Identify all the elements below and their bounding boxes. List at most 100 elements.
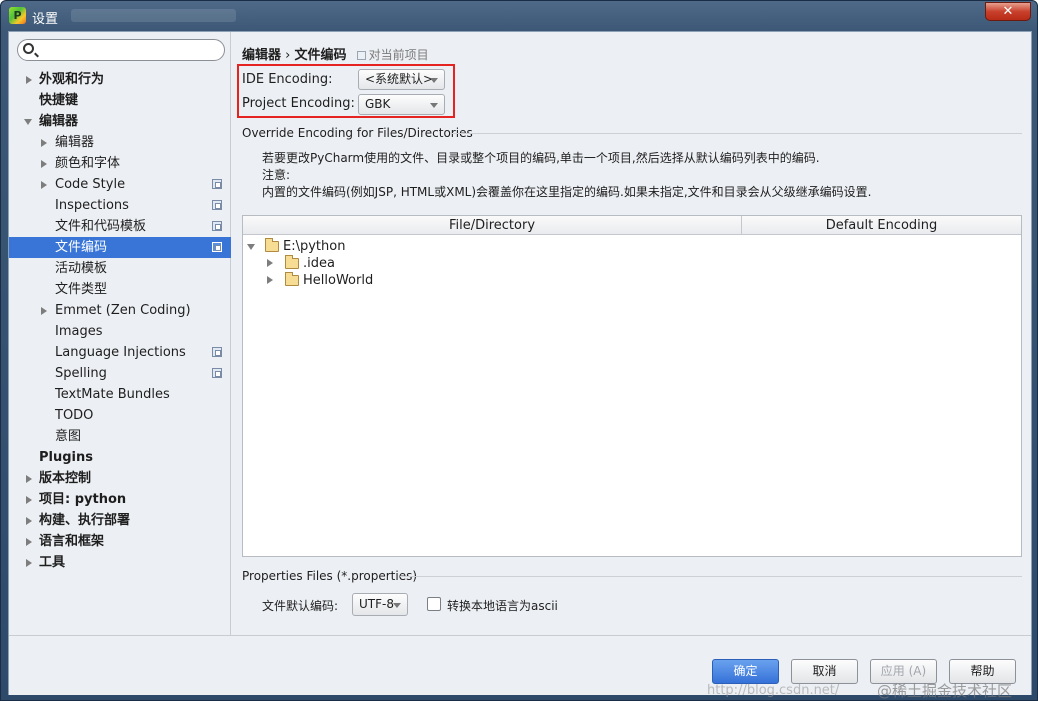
override-section-title: Override Encoding for Files/Directories [242,126,473,140]
expand-arrow-icon[interactable] [41,181,47,189]
row-name: E:\python [283,239,346,254]
expand-arrow-icon[interactable] [26,538,32,546]
cancel-button[interactable]: 取消 [791,659,858,684]
project-scope-icon [212,347,222,357]
dialog-client-area: 外观和行为 快捷键 编辑器 编辑器 颜色和字体 Code Style Inspe… [8,31,1033,700]
tree-item-label: Emmet (Zen Coding) [55,303,191,318]
tree-item-languages-frameworks[interactable]: 语言和框架 [9,531,231,552]
folder-icon [285,272,299,286]
chevron-down-icon [430,78,438,83]
breadcrumb-file-encodings: 文件编码 [294,48,347,63]
ide-encoding-value: <系统默认> [365,72,434,86]
title-blurred-text [71,9,236,22]
project-encoding-select[interactable]: GBK [358,94,445,115]
settings-window: P 设置 ✕ 外观和行为 快捷键 编辑器 编辑器 颜色和字体 Code Styl… [0,0,1038,701]
tree-item-label: Spelling [55,366,107,381]
tree-item-label: 工具 [39,555,66,570]
settings-sidebar: 外观和行为 快捷键 编辑器 编辑器 颜色和字体 Code Style Inspe… [9,32,231,635]
override-description: 若要更改PyCharm使用的文件、目录或整个项目的编码,单击一个项目,然后选择从… [262,151,820,165]
tree-item-language-injections[interactable]: Language Injections [9,342,231,363]
collapse-arrow-icon[interactable] [24,119,32,125]
properties-encoding-label: 文件默认编码: [262,599,339,613]
encoding-table[interactable]: File/Directory Default Encoding E:\pytho… [242,215,1022,557]
tree-item-file-encodings[interactable]: 文件编码 [9,237,231,258]
expand-arrow-icon[interactable] [267,276,273,284]
project-scope-note: 对当前项目 [356,48,429,62]
tree-item-images[interactable]: Images [9,321,231,342]
tree-item-version-control[interactable]: 版本控制 [9,468,231,489]
tree-item-intentions[interactable]: 意图 [9,426,231,447]
tree-item-code-style[interactable]: Code Style [9,174,231,195]
close-button[interactable]: ✕ [985,2,1031,21]
table-header: File/Directory Default Encoding [243,216,1021,235]
tree-item-tools[interactable]: 工具 [9,552,231,573]
tree-item-label: 文件和代码模板 [55,219,147,234]
tree-item-label: Inspections [55,198,129,213]
expand-arrow-icon[interactable] [41,160,47,168]
tree-item-appearance[interactable]: 外观和行为 [9,69,231,90]
tree-item-todo[interactable]: TODO [9,405,231,426]
tree-item-label: 编辑器 [55,135,95,150]
row-name: .idea [303,256,335,271]
tree-item-inspections[interactable]: Inspections [9,195,231,216]
tree-item-project[interactable]: 项目: python [9,489,231,510]
override-note-text: 内置的文件编码(例如JSP, HTML或XML)会覆盖你在这里指定的编码.如果未… [262,185,872,199]
ok-button[interactable]: 确定 [712,659,779,684]
tree-item-label: TextMate Bundles [55,387,170,402]
watermark-site: @稀土掘金技术社区 [877,682,1013,700]
row-name: HelloWorld [303,273,374,288]
expand-arrow-icon[interactable] [41,139,47,147]
expand-arrow-icon[interactable] [26,517,32,525]
table-row[interactable]: E:\python [243,238,1021,255]
tree-item-editor-general[interactable]: 编辑器 [9,132,231,153]
table-row[interactable]: .idea [243,255,1021,272]
expand-arrow-icon[interactable] [267,259,273,267]
tree-item-file-templates[interactable]: 文件和代码模板 [9,216,231,237]
tree-item-emmet[interactable]: Emmet (Zen Coding) [9,300,231,321]
section-divider [450,133,1022,134]
search-box[interactable] [17,39,225,61]
file-encodings-panel: 编辑器 › 文件编码 对当前项目 IDE Encoding: <系统默认> Pr… [232,32,1033,635]
title-bar[interactable]: P 设置 ✕ [1,1,1037,31]
pycharm-app-icon: P [9,7,26,24]
tree-item-build-execution[interactable]: 构建、执行部署 [9,510,231,531]
expand-arrow-icon[interactable] [26,475,32,483]
tree-item-label: 意图 [55,429,82,444]
tree-item-textmate-bundles[interactable]: TextMate Bundles [9,384,231,405]
column-header-default-encoding[interactable]: Default Encoding [742,216,1021,235]
search-input[interactable] [40,41,220,59]
ide-encoding-select[interactable]: <系统默认> [358,69,445,90]
tree-item-keymap[interactable]: 快捷键 [9,90,231,111]
native-to-ascii-label[interactable]: 转换本地语言为ascii [447,597,558,614]
project-encoding-label: Project Encoding: [242,96,355,111]
project-scope-icon [356,51,366,60]
tree-item-label: 快捷键 [39,93,79,108]
window-title: 设置 [32,12,59,27]
tree-item-spelling[interactable]: Spelling [9,363,231,384]
project-scope-icon [212,179,222,189]
table-row[interactable]: HelloWorld [243,272,1021,289]
properties-encoding-select[interactable]: UTF-8 [352,593,408,616]
column-header-file-directory[interactable]: File/Directory [243,216,741,235]
tree-item-label: Images [55,324,103,339]
expand-arrow-icon[interactable] [26,76,32,84]
folder-icon [265,238,279,252]
tree-item-plugins[interactable]: Plugins [9,447,231,468]
expand-arrow-icon[interactable] [26,496,32,504]
tree-item-label: 活动模板 [55,261,108,276]
search-icon [23,43,34,54]
native-to-ascii-checkbox[interactable] [427,597,441,611]
expand-arrow-icon[interactable] [26,559,32,567]
override-note-label: 注意: [262,168,291,182]
folder-icon [285,255,299,269]
collapse-arrow-icon[interactable] [247,244,255,250]
tree-item-colors-fonts[interactable]: 颜色和字体 [9,153,231,174]
tree-item-label: 文件编码 [55,240,108,255]
section-divider [400,576,1022,577]
tree-item-file-types[interactable]: 文件类型 [9,279,231,300]
expand-arrow-icon[interactable] [41,307,47,315]
breadcrumb-separator: › [285,48,291,63]
properties-section-title: Properties Files (*.properties) [242,569,418,583]
tree-item-live-templates[interactable]: 活动模板 [9,258,231,279]
tree-item-editor[interactable]: 编辑器 [9,111,231,132]
